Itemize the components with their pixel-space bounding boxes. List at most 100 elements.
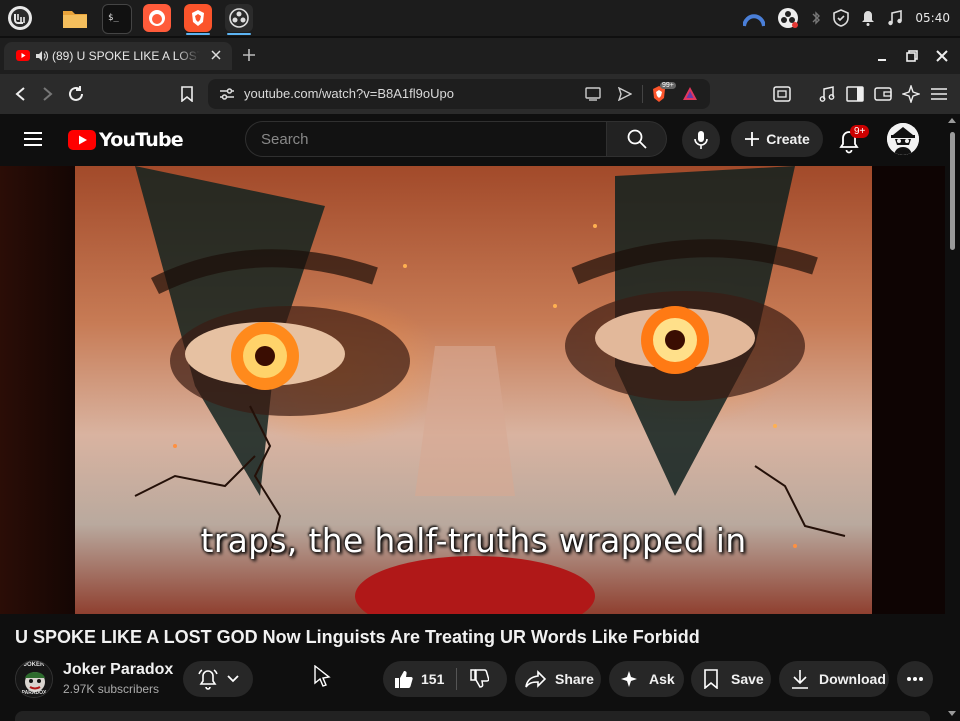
voice-search-button[interactable] [682,121,720,159]
os-taskbar: $_ 05:40 [0,0,960,36]
minimize-icon[interactable] [871,46,893,66]
sparkle-icon [621,671,637,687]
forward-icon[interactable] [37,83,59,105]
avatar-text-bottom: PARADOX [21,690,47,696]
scroll-down-arrow-icon[interactable] [948,711,956,716]
save-label: Save [731,671,764,687]
notification-count-badge: 9+ [850,125,870,138]
dislike-button[interactable] [469,669,490,689]
reload-icon[interactable] [65,83,87,105]
clock[interactable]: 05:40 [915,11,950,25]
tab-close-icon[interactable] [210,49,222,61]
download-button[interactable]: Download [779,661,889,697]
ask-label: Ask [649,671,675,687]
terminal-icon[interactable]: $_ [102,4,132,34]
cast-icon[interactable] [585,87,601,101]
ask-button[interactable]: Ask [609,661,684,697]
page-scrollbar[interactable] [945,114,960,720]
bluetooth-icon[interactable] [811,10,821,26]
browser-toolbar: youtube.com/watch?v=B8A1fl9oUpo 99+ [0,74,960,114]
mint-menu-icon[interactable] [6,4,34,32]
firefox-icon[interactable] [143,4,171,32]
obs-tray-icon[interactable] [777,7,799,29]
maximize-icon[interactable] [901,46,923,66]
video-caption: traps, the half-truths wrapped in [200,521,747,560]
avatar-text-top: JOKER [23,662,45,668]
subscriber-count: 2.97K subscribers [63,682,160,696]
wallet-icon[interactable] [872,83,894,105]
account-avatar[interactable] [887,123,919,155]
notifications-button[interactable]: 9+ [835,125,870,155]
shields-count-badge: 99+ [660,82,676,89]
search-icon [627,129,647,149]
more-actions-button[interactable] [897,661,933,697]
system-tray: 05:40 [743,0,950,36]
vpn-icon[interactable] [743,9,766,27]
brave-shields-icon[interactable]: 99+ [650,82,676,104]
url-text[interactable]: youtube.com/watch?v=B8A1fl9oUpo [244,86,454,101]
scroll-thumb[interactable] [950,132,955,250]
youtube-header: YouTube Search Create 9+ [0,114,945,166]
subscription-notifications-button[interactable] [183,661,253,697]
brave-rewards-icon[interactable] [682,86,698,102]
scroll-up-arrow-icon[interactable] [948,118,956,123]
anonymous-avatar-icon [887,123,919,155]
video-title: U SPOKE LIKE A LOST GOD Now Linguists Ar… [15,627,700,647]
browser-tab-strip: (89) U SPOKE LIKE A LOST GOD Now Linguis… [0,38,960,74]
more-horizontal-icon [907,677,923,681]
create-label: Create [766,131,810,147]
video-player[interactable]: traps, the half-truths wrapped in [0,166,945,614]
share-label: Share [555,671,594,687]
address-bar[interactable]: youtube.com/watch?v=B8A1fl9oUpo 99+ [208,79,710,109]
notifications-tray-icon[interactable] [861,10,875,26]
shield-tray-icon[interactable] [833,9,850,27]
download-icon [792,670,808,689]
close-window-icon[interactable] [931,46,953,66]
mouse-cursor-icon [313,665,331,687]
channel-name[interactable]: Joker Paradox [63,661,173,679]
back-icon[interactable] [9,83,31,105]
tab-title: (89) U SPOKE LIKE A LOST GOD Now Linguis… [52,49,200,63]
media-control-icon[interactable] [816,83,838,105]
url-divider [642,85,643,103]
youtube-favicon-icon [16,50,30,61]
bookmark-icon[interactable] [176,83,198,105]
hamburger-menu-icon[interactable] [24,131,42,147]
like-dislike-group: 151 [383,661,507,697]
site-info-icon[interactable] [219,87,235,101]
reader-mode-icon[interactable] [771,83,793,105]
video-frame[interactable]: traps, the half-truths wrapped in [75,166,872,614]
download-label: Download [819,671,886,687]
thumbs-up-icon [395,671,413,688]
svg-text:$_: $_ [108,13,119,23]
like-button[interactable]: 151 [393,669,444,689]
share-button[interactable]: Share [515,661,601,697]
youtube-logo[interactable]: YouTube [68,128,184,152]
audio-playing-icon[interactable] [35,50,48,62]
active-indicator [227,33,251,35]
save-bookmark-icon [704,669,718,689]
save-button[interactable]: Save [691,661,771,697]
music-tray-icon[interactable] [887,10,903,26]
search-input[interactable]: Search [245,121,607,157]
bell-ringing-icon [198,669,218,690]
chevron-down-icon [227,675,239,683]
youtube-play-logo-icon [68,130,96,150]
channel-avatar[interactable]: JOKER PARADOX [15,660,53,698]
like-divider [456,668,458,690]
share-icon [525,670,547,688]
active-indicator [186,33,210,35]
search-button[interactable] [607,121,667,157]
send-icon[interactable] [618,87,632,101]
browser-menu-icon[interactable] [928,83,950,105]
leo-ai-icon[interactable] [900,83,922,105]
sidebar-icon[interactable] [844,83,866,105]
obs-icon[interactable] [225,4,253,35]
brave-icon[interactable] [184,4,212,35]
youtube-logo-text: YouTube [99,129,184,151]
files-icon[interactable] [61,4,89,32]
browser-tab[interactable]: (89) U SPOKE LIKE A LOST GOD Now Linguis… [4,42,232,70]
create-button[interactable]: Create [731,121,823,157]
like-count: 151 [421,671,445,687]
new-tab-icon[interactable] [242,48,256,62]
